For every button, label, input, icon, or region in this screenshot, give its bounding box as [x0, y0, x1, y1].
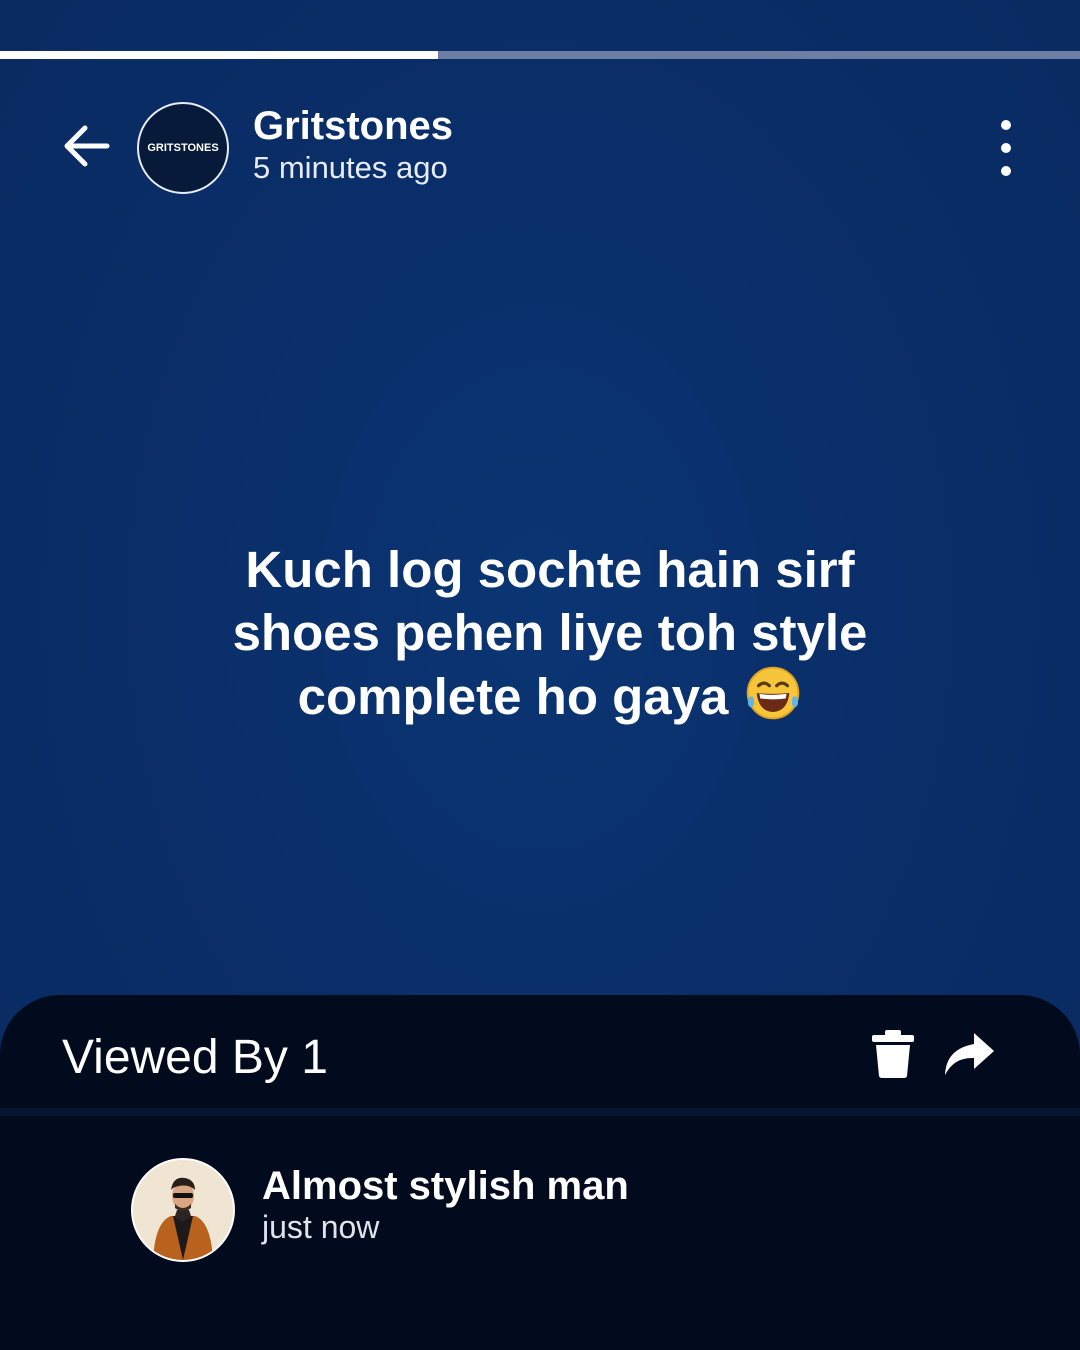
more-vertical-icon-dot: [1001, 166, 1011, 176]
back-button[interactable]: [58, 118, 114, 174]
delete-button[interactable]: [870, 1029, 916, 1079]
author-name: Gritstones: [253, 104, 454, 148]
author-avatar[interactable]: GRITSTONES: [137, 102, 229, 194]
viewers-sheet: Viewed By 1 Almost stylish man just now: [0, 995, 1080, 1350]
share-forward-icon: [945, 1033, 994, 1075]
status-text-line: shoes pehen liye toh style: [232, 604, 868, 661]
more-vertical-icon-dot: [1001, 143, 1011, 153]
viewer-name: Almost stylish man: [262, 1164, 629, 1208]
back-arrow-icon: [64, 125, 110, 167]
viewer-list-item[interactable]: Almost stylish man just now: [0, 1155, 1080, 1265]
share-button[interactable]: [942, 1031, 996, 1079]
brand-logo: GRITSTONES: [147, 142, 219, 154]
viewed-by-heading: Viewed By 1: [62, 1031, 328, 1084]
story-progress-fill: [0, 51, 439, 59]
status-text-line: complete ho gaya: [297, 668, 729, 725]
status-text: Kuch log sochte hain sirf shoes pehen li…: [140, 538, 960, 728]
posted-time: 5 minutes ago: [253, 150, 448, 185]
status-text-line: Kuch log sochte hain sirf: [245, 541, 855, 598]
more-options-button[interactable]: [986, 120, 1026, 176]
laughing-tears-emoji-icon: [747, 666, 800, 720]
author-info[interactable]: Gritstones 5 minutes ago: [253, 103, 453, 187]
viewer-avatar: [131, 1158, 235, 1262]
status-text-line-3: complete ho gaya: [140, 664, 960, 728]
story-progress-bar: [0, 51, 1080, 59]
trash-icon: [872, 1030, 914, 1078]
status-viewer: GRITSTONES Gritstones 5 minutes ago Kuch…: [0, 0, 1080, 1350]
sheet-divider: [0, 1108, 1080, 1116]
person-photo-icon: [133, 1160, 233, 1260]
viewer-time: just now: [262, 1209, 380, 1245]
more-vertical-icon: [1001, 120, 1011, 130]
